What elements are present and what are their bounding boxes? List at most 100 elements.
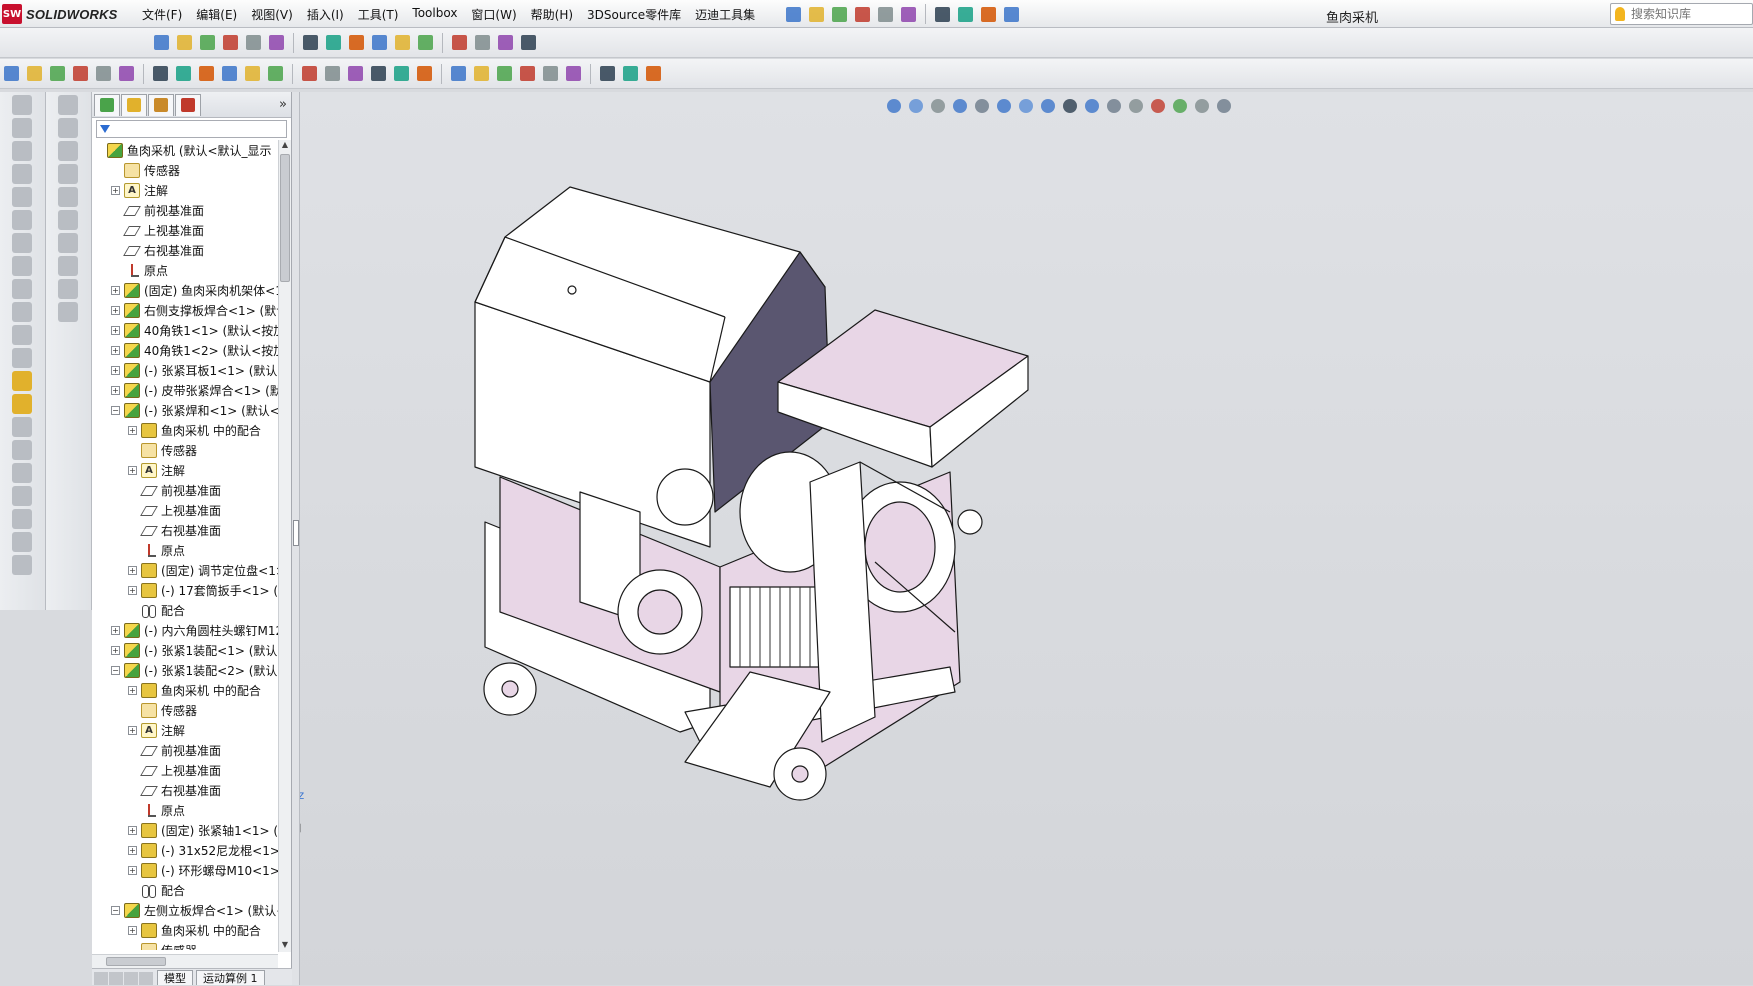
tree-node[interactable]: + (-) 内六角圆柱头螺钉M12 <box>92 620 278 640</box>
feature-command-icon[interactable] <box>12 325 32 345</box>
sketch-command-icon[interactable] <box>58 187 78 207</box>
toolbar-button-weld[interactable] <box>242 32 264 54</box>
tree-node[interactable]: 传感器 <box>92 440 278 460</box>
expand-icon[interactable]: + <box>128 845 137 855</box>
expand-icon[interactable]: + <box>128 825 137 835</box>
tree-node[interactable]: 前视基准面 <box>92 480 278 500</box>
toolbar-button-datum[interactable] <box>265 32 287 54</box>
tree-node[interactable]: 上视基准面 <box>92 500 278 520</box>
feature-command-icon[interactable] <box>12 555 32 575</box>
scroll-down-icon[interactable]: ▼ <box>279 940 291 952</box>
tree-filter[interactable] <box>96 120 287 138</box>
menu-item[interactable]: 编辑(E) <box>196 6 237 23</box>
hscroll-thumb[interactable] <box>106 957 166 966</box>
toolbar-button-move[interactable] <box>596 63 618 85</box>
sketch-command-icon[interactable] <box>58 164 78 184</box>
tree-node[interactable]: + (固定) 鱼肉采肉机架体<1> <box>92 280 278 300</box>
tree-node[interactable]: 鱼肉采机 (默认<默认_显示 <box>92 140 278 160</box>
menu-item[interactable]: 文件(F) <box>142 6 182 23</box>
tree-node[interactable]: 传感器 <box>92 700 278 720</box>
expand-icon[interactable]: + <box>111 625 120 635</box>
menu-item[interactable]: Toolbox <box>412 6 457 23</box>
feature-command-icon[interactable] <box>12 279 32 299</box>
scroll-thumb[interactable] <box>280 154 290 282</box>
toolbar-button-note[interactable] <box>196 32 218 54</box>
feature-command-icon[interactable] <box>12 164 32 184</box>
sketch-command-icon[interactable] <box>58 256 78 276</box>
toolbar-button-hat[interactable] <box>172 63 194 85</box>
feature-command-icon[interactable] <box>12 486 32 506</box>
tree-node[interactable]: 传感器 <box>92 940 278 950</box>
toolbar-button-ref[interactable] <box>390 63 412 85</box>
tree-node[interactable]: − (-) 张紧1装配<2> (默认<显 <box>92 660 278 680</box>
tree-node[interactable]: 右视基准面 <box>92 520 278 540</box>
tree-node[interactable]: + (-) 17套筒扳手<1> (默 <box>92 580 278 600</box>
toolbar-button-save[interactable] <box>828 3 850 25</box>
tab-motion-study[interactable]: 运动算例 1 <box>196 970 265 985</box>
sketch-command-icon[interactable] <box>58 279 78 299</box>
toolbar-button-layout[interactable] <box>413 63 435 85</box>
menu-item[interactable]: 迈迪工具集 <box>695 6 755 23</box>
menu-item[interactable]: 帮助(H) <box>531 6 573 23</box>
display-manager-tab[interactable] <box>175 93 201 116</box>
feature-command-icon[interactable] <box>12 394 32 414</box>
tree-node[interactable]: + 鱼肉采机 中的配合 <box>92 420 278 440</box>
expand-icon[interactable]: + <box>111 645 120 655</box>
tree-node[interactable]: 配合 <box>92 600 278 620</box>
tree-node[interactable]: 前视基准面 <box>92 740 278 760</box>
toolbar-button-printer[interactable] <box>344 63 366 85</box>
expand-icon[interactable]: + <box>111 385 120 395</box>
feature-command-icon[interactable] <box>12 302 32 322</box>
menu-item[interactable]: 窗口(W) <box>471 6 516 23</box>
tree-node[interactable]: + 右侧支撑板焊合<1> (默认 <box>92 300 278 320</box>
menu-item[interactable]: 工具(T) <box>358 6 399 23</box>
sketch-command-icon[interactable] <box>58 141 78 161</box>
property-manager-tab[interactable] <box>121 93 147 116</box>
toolbar-button-stack[interactable] <box>516 63 538 85</box>
feature-command-icon[interactable] <box>12 187 32 207</box>
feature-command-icon[interactable] <box>12 371 32 391</box>
toolbar-button-cross[interactable] <box>241 63 263 85</box>
toolbar-button-balloon[interactable] <box>219 32 241 54</box>
expand-icon[interactable]: + <box>128 465 137 475</box>
tree-node[interactable]: − 左侧立板焊合<1> (默认<显 <box>92 900 278 920</box>
feature-command-icon[interactable] <box>12 509 32 529</box>
tab-nav-arrows[interactable] <box>94 972 154 985</box>
toolbar-button-pin[interactable] <box>195 63 217 85</box>
sketch-command-icon[interactable] <box>58 233 78 253</box>
tab-model[interactable]: 模型 <box>157 970 193 985</box>
expand-icon[interactable]: + <box>128 925 137 935</box>
expand-icon[interactable]: + <box>111 365 120 375</box>
expand-icon[interactable]: + <box>111 305 120 315</box>
expand-icon[interactable]: + <box>128 865 137 875</box>
toolbar-button-box[interactable] <box>447 63 469 85</box>
expand-icon[interactable]: + <box>128 725 137 735</box>
toolbar-button-print[interactable] <box>851 3 873 25</box>
tree-node[interactable]: + 鱼肉采机 中的配合 <box>92 680 278 700</box>
feature-command-icon[interactable] <box>12 141 32 161</box>
tree-horizontal-scrollbar[interactable] <box>92 954 278 968</box>
configuration-manager-tab[interactable] <box>148 93 174 116</box>
toolbar-button-explode[interactable] <box>539 63 561 85</box>
toolbar-button-dimension[interactable] <box>173 32 195 54</box>
toolbar-button-wave[interactable] <box>218 63 240 85</box>
tree-node[interactable]: 前视基准面 <box>92 200 278 220</box>
feature-command-icon[interactable] <box>12 417 32 437</box>
toolbar-button-display[interactable] <box>642 63 664 85</box>
tree-node[interactable]: 传感器 <box>92 160 278 180</box>
expand-icon[interactable]: + <box>111 325 120 335</box>
toolbar-button-part[interactable] <box>470 63 492 85</box>
solidworks-logo[interactable]: SW SOLIDWORKS <box>2 3 136 25</box>
toolbar-button-smart-dim[interactable] <box>23 63 45 85</box>
expand-icon[interactable]: + <box>111 185 120 195</box>
knowledge-search[interactable] <box>1610 3 1753 25</box>
feature-command-icon[interactable] <box>12 233 32 253</box>
tree-node[interactable]: 配合 <box>92 880 278 900</box>
feature-command-icon[interactable] <box>12 118 32 138</box>
toolbar-button-export[interactable] <box>367 63 389 85</box>
feature-command-icon[interactable] <box>12 256 32 276</box>
toolbar-button-rebuild[interactable] <box>931 3 953 25</box>
tree-node[interactable]: +40角铁1<2> (默认<按加工 <box>92 340 278 360</box>
tree-node[interactable]: + A 注解 <box>92 460 278 480</box>
tree-node[interactable]: + (-) 张紧耳板1<1> (默认< <box>92 360 278 380</box>
